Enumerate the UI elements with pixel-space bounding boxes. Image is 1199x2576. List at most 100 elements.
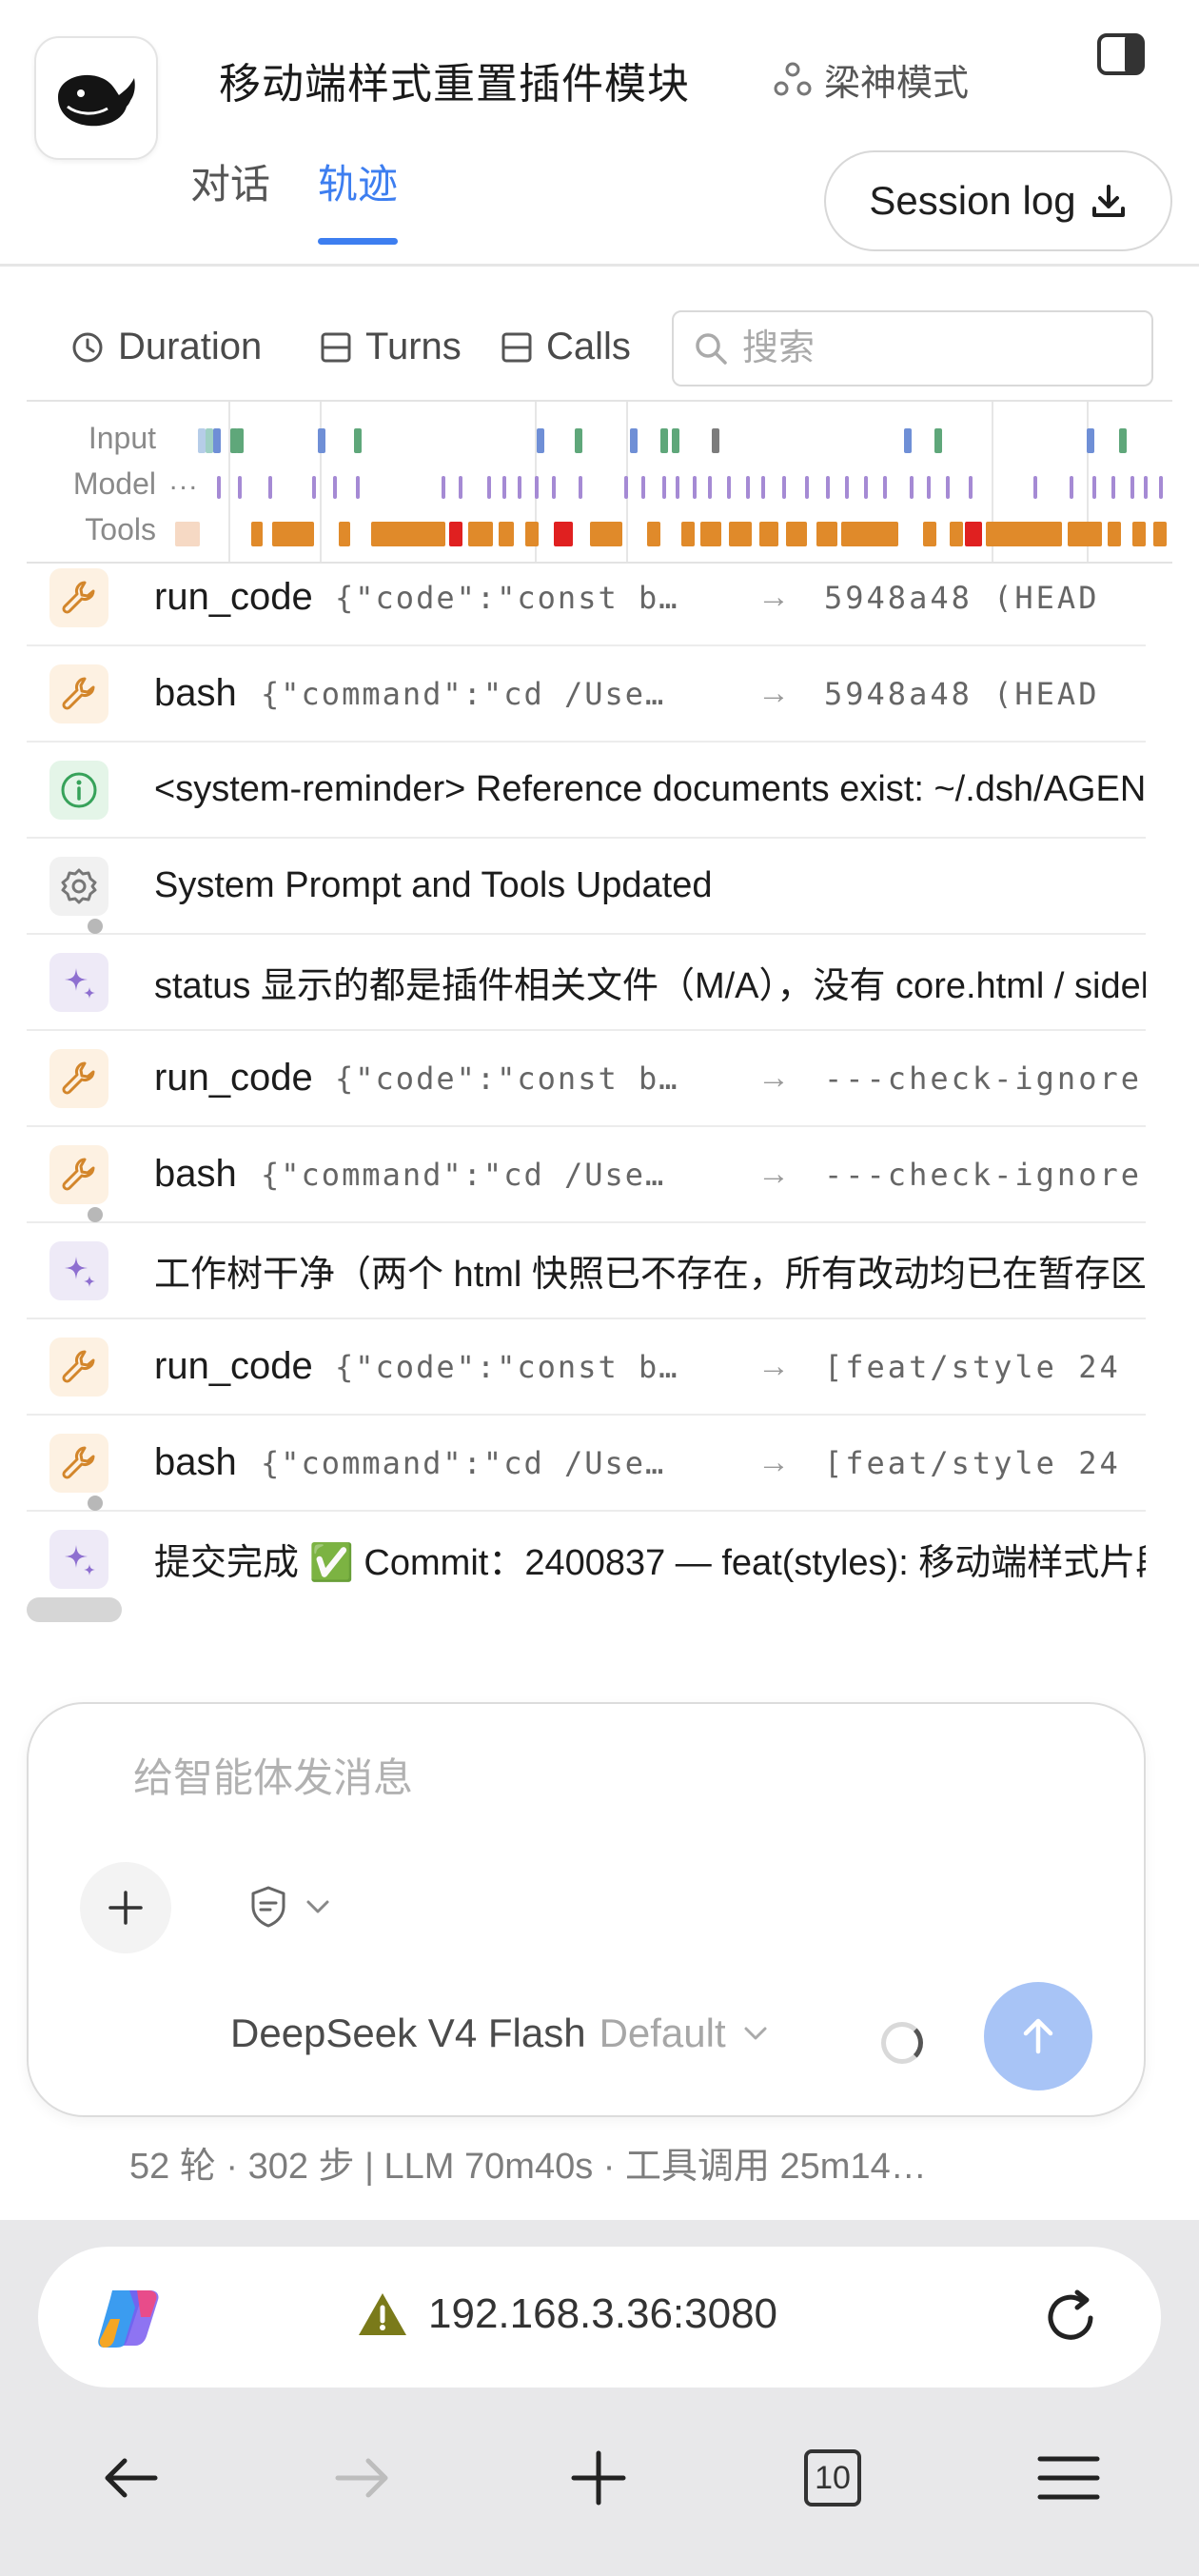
back-button[interactable] — [88, 2435, 173, 2521]
search-input[interactable] — [742, 327, 1123, 369]
timeline-model-mark — [662, 476, 666, 499]
sidebar-toggle-button[interactable] — [1096, 32, 1146, 76]
copilot-icon[interactable] — [91, 2281, 166, 2355]
tab-switcher-button[interactable]: 10 — [790, 2435, 875, 2521]
clock-icon — [72, 332, 103, 362]
reload-icon[interactable] — [1039, 2287, 1102, 2349]
timeline-model-mark — [883, 476, 887, 499]
wrench-icon — [62, 1350, 95, 1383]
address-bar[interactable]: 192.168.3.36:3080 — [38, 2247, 1161, 2388]
forward-button[interactable] — [320, 2435, 405, 2521]
timeline-label-model: Model — [72, 466, 156, 501]
trace-step-list[interactable]: run_code {"code":"const b… → 5948a48 (HE… — [27, 564, 1146, 1595]
session-log-button[interactable]: Session log — [824, 150, 1172, 251]
step-text: 提交完成 ✅ Commit：2400837 — feat(styles): 移动… — [154, 1543, 1146, 1583]
tool-step-badge — [49, 1434, 108, 1493]
turns-icon — [321, 332, 351, 362]
timeline-label-input: Input — [88, 421, 156, 455]
timeline-input-mark — [934, 428, 942, 453]
step-row[interactable]: status 显示的都是插件相关文件（M/A），没有 core.html / s… — [27, 935, 1146, 1031]
filter-calls[interactable]: Calls — [501, 326, 631, 368]
step-row[interactable]: bash {"command":"cd /Use… → 5948a48 (HEA… — [27, 646, 1146, 743]
step-row[interactable]: 提交完成 ✅ Commit：2400837 — feat(styles): 移动… — [27, 1512, 1146, 1595]
step-row[interactable]: <system-reminder> Reference documents ex… — [27, 743, 1146, 839]
thread-connector-dot — [88, 1207, 103, 1222]
mode-selector[interactable]: 梁神模式 — [773, 53, 969, 106]
timeline-model-mark — [1159, 476, 1163, 499]
chevron-down-icon — [744, 2027, 767, 2040]
timeline-input-mark — [575, 428, 582, 453]
send-button[interactable] — [984, 1982, 1092, 2091]
step-tool-args: {"command":"cd /Use… — [261, 675, 666, 712]
permission-selector[interactable] — [246, 1873, 333, 1940]
search-icon — [696, 333, 727, 365]
download-icon — [1091, 185, 1125, 217]
timeline-model-mark — [693, 476, 697, 499]
model-selector[interactable]: DeepSeek V4 Flash Default — [230, 2011, 772, 2056]
tool-step-badge — [49, 664, 108, 723]
step-tool-args: {"command":"cd /Use… — [261, 1444, 666, 1481]
step-row[interactable]: System Prompt and Tools Updated — [27, 839, 1146, 935]
arrow-right-icon: → — [757, 579, 790, 615]
timeline-model-mark — [969, 476, 973, 499]
search-box[interactable] — [672, 310, 1153, 386]
timeline-tool-mark — [759, 522, 778, 546]
timeline-model-mark — [312, 476, 316, 499]
timeline-tool-mark — [986, 522, 1062, 546]
assistant-step-badge — [49, 1530, 108, 1589]
arrow-left-icon — [105, 2458, 158, 2498]
timeline-tool-mark — [499, 522, 514, 546]
timeline-model-mark — [1070, 476, 1073, 499]
filter-duration[interactable]: Duration — [70, 326, 262, 368]
warning-icon — [359, 2293, 406, 2335]
step-text: System Prompt and Tools Updated — [154, 865, 713, 905]
thread-connector-dot — [88, 1496, 103, 1511]
timeline-model-mark — [1144, 476, 1148, 499]
filter-duration-label: Duration — [118, 326, 263, 367]
timeline-input-mark — [630, 428, 638, 453]
timeline-model-mark — [676, 476, 679, 499]
tool-step-badge — [49, 1338, 108, 1397]
step-row[interactable]: 工作树干净（两个 html 快照已不存在，所有改动均已在暂存区） — [27, 1223, 1146, 1319]
sparkle-icon — [65, 1545, 95, 1575]
timeline-input-mark — [1119, 428, 1127, 453]
timeline-tool-mark — [339, 522, 350, 546]
add-attachment-button[interactable] — [80, 1862, 171, 1953]
step-row[interactable]: run_code {"code":"const b… → [feat/style… — [27, 1319, 1146, 1416]
timeline-tool-mark — [371, 522, 445, 546]
tool-step-badge — [49, 1049, 108, 1108]
url-display[interactable]: 192.168.3.36:3080 — [356, 2290, 777, 2338]
tab-chat[interactable]: 对话 — [190, 152, 270, 243]
tab-trace[interactable]: 轨迹 — [318, 152, 399, 245]
step-tool-result: 5948a48 (HEAD — [824, 675, 1100, 712]
horizontal-scrollbar[interactable] — [27, 1597, 122, 1622]
step-tool-result: ---check-ignore — [824, 1156, 1142, 1193]
new-tab-button[interactable] — [556, 2435, 641, 2521]
app-logo[interactable] — [34, 36, 158, 160]
step-row[interactable]: bash {"command":"cd /Use… → ---check-ign… — [27, 1127, 1146, 1223]
step-tool-name: bash — [154, 1153, 237, 1195]
step-row[interactable]: run_code {"code":"const b… → ---check-ig… — [27, 1031, 1146, 1127]
assistant-step-badge — [49, 1241, 108, 1300]
step-row[interactable]: bash {"command":"cd /Use… → [feat/style … — [27, 1416, 1146, 1512]
filter-turns[interactable]: Turns — [320, 326, 462, 368]
arrow-up-icon — [1023, 2018, 1053, 2054]
timeline-input-mark — [354, 428, 362, 453]
timeline-model-mark — [927, 476, 931, 499]
message-input[interactable] — [133, 1746, 1066, 1813]
timeline-tool-mark — [449, 522, 462, 546]
timeline-tool-mark — [965, 522, 982, 546]
step-tool-name: run_code — [154, 576, 313, 618]
step-row[interactable]: run_code {"code":"const b… → 5948a48 (HE… — [27, 564, 1146, 646]
browser-menu-button[interactable] — [1026, 2435, 1111, 2521]
sparkle-icon — [65, 1257, 95, 1287]
timeline-model-mark — [946, 476, 950, 499]
trace-timeline[interactable]: Input Model Tools ... — [27, 400, 1172, 564]
step-tool-name: bash — [154, 1441, 237, 1483]
gear-icon — [61, 868, 97, 904]
shield-icon — [251, 1886, 285, 1928]
wrench-icon — [62, 1061, 95, 1095]
timeline-tool-mark — [1108, 522, 1121, 546]
timeline-model-mark — [518, 476, 521, 499]
timeline-turn-separator — [320, 402, 322, 562]
